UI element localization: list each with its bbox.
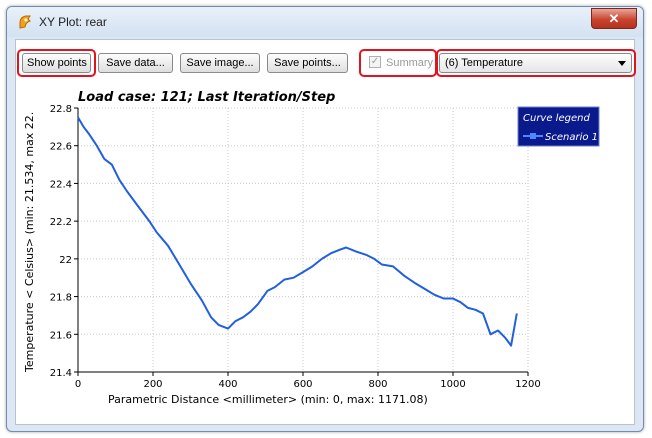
series [77,116,518,347]
plot-panel: Show points Save data... Save image... S… [15,39,636,425]
save-points-button[interactable]: Save points... [267,53,348,73]
highlight-result-select [436,49,636,77]
legend-title: Curve legend [523,113,590,124]
legend-series-marker [530,133,536,139]
x-tick-label: 0 [75,379,81,390]
x-axis-label: Parametric Distance <millimeter> (min: 0… [108,393,428,406]
y-tick-label: 22.8 [50,104,72,115]
x-tick-label: 600 [293,379,312,390]
x-tick-label: 400 [218,379,237,390]
xy-plot-chart: Load case: 121; Last Iteration/Step 0 200… [23,90,600,406]
save-image-button[interactable]: Save image... [180,53,260,73]
y-tick-label: 21.4 [50,368,72,379]
x-tick-label: 1200 [515,379,540,390]
axes [74,107,529,376]
y-tick-label: 22.2 [50,217,72,228]
save-data-button[interactable]: Save data... [98,53,173,73]
y-tick-label: 22.6 [50,142,72,153]
highlight-summary [359,49,437,77]
curve-legend[interactable]: Curve legend Scenario 1 [517,106,600,147]
title-bar[interactable]: XY Plot: rear ✕ [7,7,643,37]
close-icon: ✕ [608,11,620,26]
x-tick-label: 1000 [440,379,465,390]
y-tick-label: 22.4 [50,179,72,190]
y-tick-label: 21.6 [50,330,72,341]
series-line-scenario-1 [77,116,518,347]
y-axis-label: Temperature < Celsius> (min: 21.534, max… [23,112,36,373]
y-tick-label: 21.8 [50,293,72,304]
x-tick-label: 800 [368,379,387,390]
x-tick-label: 200 [143,379,162,390]
highlight-show-points [17,49,96,77]
window-title: XY Plot: rear [39,15,107,29]
grid [77,107,529,373]
tick-labels: 0 200 400 600 800 1000 1200 21.4 21.6 21.8 22 22.2 2… [50,104,541,390]
y-tick-label: 22 [59,255,72,266]
chart-title: Load case: 121; Last Iteration/Step [78,90,335,105]
close-button[interactable]: ✕ [591,8,637,29]
xy-plot-window: XY Plot: rear ✕ Show points Save data...… [6,6,644,432]
legend-series-name: Scenario 1 [545,132,598,143]
app-icon [19,15,31,29]
